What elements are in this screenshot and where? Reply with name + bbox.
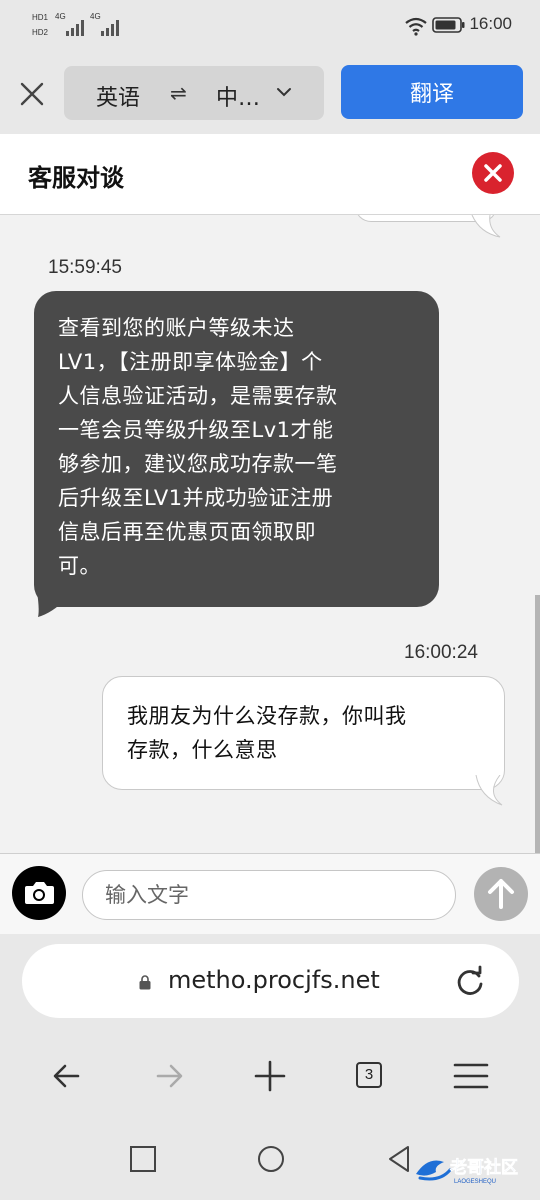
- new-tab-icon[interactable]: [250, 1056, 290, 1096]
- camera-icon: [25, 882, 54, 904]
- user-message-bubble: 我朋友为什么没存款，你叫我 存款，什么意思: [102, 676, 505, 790]
- home-icon[interactable]: [256, 1144, 286, 1174]
- language-selector[interactable]: 英语 ⇌ 中…: [64, 66, 324, 120]
- message-timestamp: 15:59:45: [48, 257, 122, 278]
- message-line: 信息后再至优惠页面领取即: [58, 520, 316, 544]
- message-input[interactable]: [82, 870, 456, 920]
- arrow-up-icon: [488, 879, 514, 909]
- source-language: 英语: [96, 86, 141, 111]
- lock-icon: [139, 975, 151, 990]
- watermark-subtext: LAOGESHEQU: [454, 1179, 496, 1185]
- url-text: metho.procjfs.net: [168, 966, 380, 994]
- message-line: 够参加，建议您成功存款一笔: [58, 452, 338, 476]
- menu-icon[interactable]: [451, 1056, 491, 1096]
- forward-arrow-icon[interactable]: [150, 1056, 190, 1096]
- sim1-network: 4G: [55, 12, 66, 21]
- close-icon: [484, 164, 502, 182]
- browser-toolbar: 3: [0, 1030, 540, 1120]
- chat-header: 客服对谈: [0, 134, 540, 215]
- sim1-label: HD1: [32, 13, 49, 22]
- message-line: LV1，【注册即享体验金】个: [58, 350, 323, 374]
- chat-title: 客服对谈: [28, 164, 124, 192]
- send-button[interactable]: [474, 867, 528, 921]
- message-line: 查看到您的账户等级未达: [58, 316, 295, 340]
- battery-icon: [432, 17, 465, 33]
- chat-close-button[interactable]: [472, 152, 514, 194]
- bubble-tail: [36, 585, 66, 617]
- message-line: 可。: [58, 554, 101, 578]
- message-line: 人信息验证活动，是需要存款: [58, 384, 338, 408]
- message-line: 一笔会员等级升级至Lv1才能: [58, 418, 334, 442]
- recent-apps-icon[interactable]: [128, 1144, 158, 1174]
- target-language: 中…: [216, 86, 261, 111]
- wifi-icon: [405, 17, 427, 36]
- swap-languages-icon[interactable]: ⇌: [170, 81, 187, 105]
- bubble-tail: [475, 775, 503, 806]
- sim2-label: HD2: [32, 28, 49, 37]
- message-input-row: [0, 853, 540, 934]
- clock: 16:00: [469, 14, 512, 33]
- dragon-logo-icon: 老哥社区 LAOGESHEQU: [416, 1157, 518, 1185]
- status-bar: HD1 HD2 4G 4G 16:00: [0, 0, 540, 52]
- chevron-down-icon: [277, 88, 291, 97]
- back-arrow-icon[interactable]: [48, 1056, 88, 1096]
- tabs-button[interactable]: 3: [356, 1062, 382, 1088]
- translate-bar: 英语 ⇌ 中… 翻译: [0, 52, 540, 134]
- close-icon[interactable]: [16, 78, 48, 110]
- bubble-tail: [471, 215, 501, 238]
- message-line: 后升级至LV1并成功验证注册: [58, 486, 334, 510]
- camera-button[interactable]: [12, 866, 66, 920]
- reload-icon[interactable]: [452, 964, 488, 1000]
- chat-area[interactable]: 15:59:45 查看到您的账户等级未达 LV1，【注册即享体验金】个 人信息验…: [0, 215, 540, 853]
- scrollbar[interactable]: [535, 595, 540, 853]
- sim2-network: 4G: [90, 12, 101, 21]
- translate-button[interactable]: 翻译: [341, 65, 523, 119]
- address-bar[interactable]: metho.procjfs.net: [22, 944, 519, 1018]
- message-line: 存款，什么意思: [127, 738, 278, 762]
- message-line: 我朋友为什么没存款，你叫我: [127, 704, 407, 728]
- signal-icon: [66, 20, 84, 36]
- watermark-logo: 老哥社区 LAOGESHEQU: [410, 1148, 530, 1188]
- signal-icon: [101, 20, 119, 36]
- message-timestamp: 16:00:24: [404, 642, 478, 663]
- watermark-text: 老哥社区: [449, 1157, 518, 1178]
- agent-message-bubble: 查看到您的账户等级未达 LV1，【注册即享体验金】个 人信息验证活动，是需要存款…: [34, 291, 439, 607]
